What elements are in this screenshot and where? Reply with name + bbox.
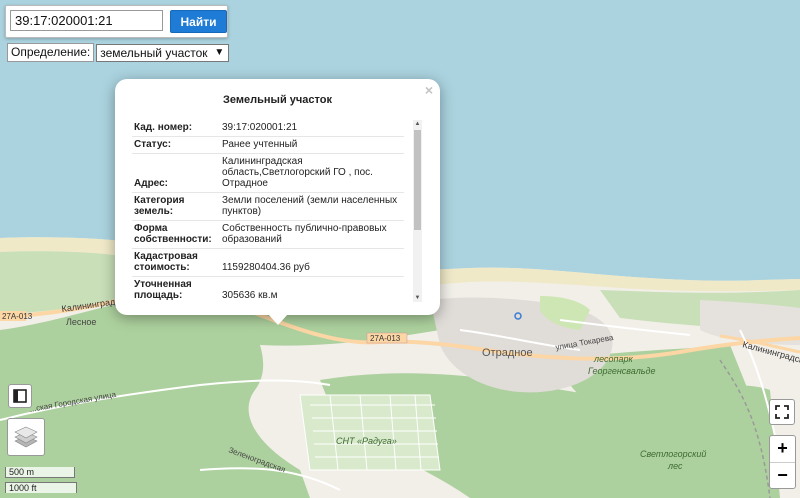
table-row: Адрес: Калининградская область,Светлогорс… bbox=[132, 153, 404, 193]
zoom-control: + − bbox=[769, 435, 796, 489]
table-row: Форма собственности: Собственность публич… bbox=[132, 220, 404, 249]
popup-title: Земельный участок bbox=[223, 94, 332, 106]
row-value: 39:17:020001:21 bbox=[220, 120, 404, 137]
place-label-lesopark: лесопарк bbox=[593, 354, 633, 364]
scale-metric: 500 m bbox=[5, 467, 75, 478]
scrollbar-thumb[interactable] bbox=[414, 130, 421, 230]
definition-label: Определение: bbox=[7, 43, 95, 62]
layers-button[interactable] bbox=[7, 418, 45, 456]
place-label-snt-raduga: СНТ «Радуга» bbox=[336, 436, 397, 446]
search-panel: Найти bbox=[5, 5, 228, 38]
place-label-lesnoe: Лесное bbox=[66, 317, 96, 327]
road-label-27a013-left: 27А-013 bbox=[2, 312, 33, 321]
popup-tip bbox=[268, 314, 288, 325]
road-label-27a013-center: 27А-013 bbox=[370, 334, 401, 343]
parcel-info-popup: × Земельный участок Кад. номер: 39:17:020… bbox=[115, 79, 440, 315]
cadastral-search-input[interactable] bbox=[10, 10, 163, 31]
place-label-svetlogorsky-1: Светлогорский bbox=[640, 449, 706, 459]
place-label-georgenswalde: Георгенсвальде bbox=[588, 366, 656, 376]
zoom-in-button[interactable]: + bbox=[770, 436, 795, 463]
row-value: Калининградская область,Светлогорский ГО… bbox=[220, 153, 404, 193]
frame-icon bbox=[13, 389, 27, 403]
place-label-svetlogorsky-2: лес bbox=[667, 461, 683, 471]
row-key: Категория земель: bbox=[132, 192, 220, 221]
layers-icon bbox=[14, 426, 38, 448]
table-row: Кад. номер: 39:17:020001:21 bbox=[132, 120, 404, 137]
chevron-down-icon: ▼ bbox=[214, 46, 225, 58]
row-key: Кад. номер: bbox=[132, 120, 220, 137]
scale-imperial: 1000 ft bbox=[5, 482, 77, 493]
table-row: Категория земель: Земли поселений (земли … bbox=[132, 192, 404, 221]
row-value: Земли поселений (земли населенных пункто… bbox=[220, 192, 404, 221]
definition-control: Определение: земельный участок ▼ bbox=[7, 43, 230, 62]
popup-body[interactable]: Кад. номер: 39:17:020001:21 Статус: Ранее … bbox=[132, 120, 422, 302]
row-value: 1159280404.36 руб bbox=[220, 248, 404, 277]
table-row: Статус: Ранее учтенный bbox=[132, 136, 404, 154]
row-value: Ранее учтенный bbox=[220, 136, 404, 154]
parcel-info-table: Кад. номер: 39:17:020001:21 Статус: Ранее … bbox=[132, 120, 404, 302]
select-area-button[interactable] bbox=[8, 384, 32, 408]
row-key: Уточненная площадь: bbox=[132, 276, 220, 302]
search-button[interactable]: Найти bbox=[170, 10, 227, 33]
row-value: Собственность публично-правовых образова… bbox=[220, 220, 404, 249]
place-label-otradnoe: Отрадное bbox=[482, 347, 533, 359]
row-value: 305636 кв.м bbox=[220, 276, 404, 302]
definition-select[interactable]: земельный участок ▼ bbox=[96, 43, 230, 62]
scroll-up-icon[interactable]: ▲ bbox=[413, 121, 422, 127]
fullscreen-icon bbox=[775, 405, 789, 419]
row-key: Статус: bbox=[132, 136, 220, 154]
fullscreen-button[interactable] bbox=[769, 399, 795, 425]
table-row: Кадастровая стоимость: 1159280404.36 руб bbox=[132, 248, 404, 277]
row-key: Кадастровая стоимость: bbox=[132, 248, 220, 277]
table-row: Уточненная площадь: 305636 кв.м bbox=[132, 276, 404, 302]
row-key: Адрес: bbox=[132, 153, 220, 193]
row-key: Форма собственности: bbox=[132, 220, 220, 249]
scroll-down-icon[interactable]: ▼ bbox=[413, 295, 422, 301]
zoom-out-button[interactable]: − bbox=[770, 463, 795, 489]
snt-plots bbox=[299, 394, 441, 471]
definition-selected-value: земельный участок bbox=[100, 45, 208, 60]
popup-scrollbar[interactable]: ▲ ▼ bbox=[413, 120, 422, 302]
